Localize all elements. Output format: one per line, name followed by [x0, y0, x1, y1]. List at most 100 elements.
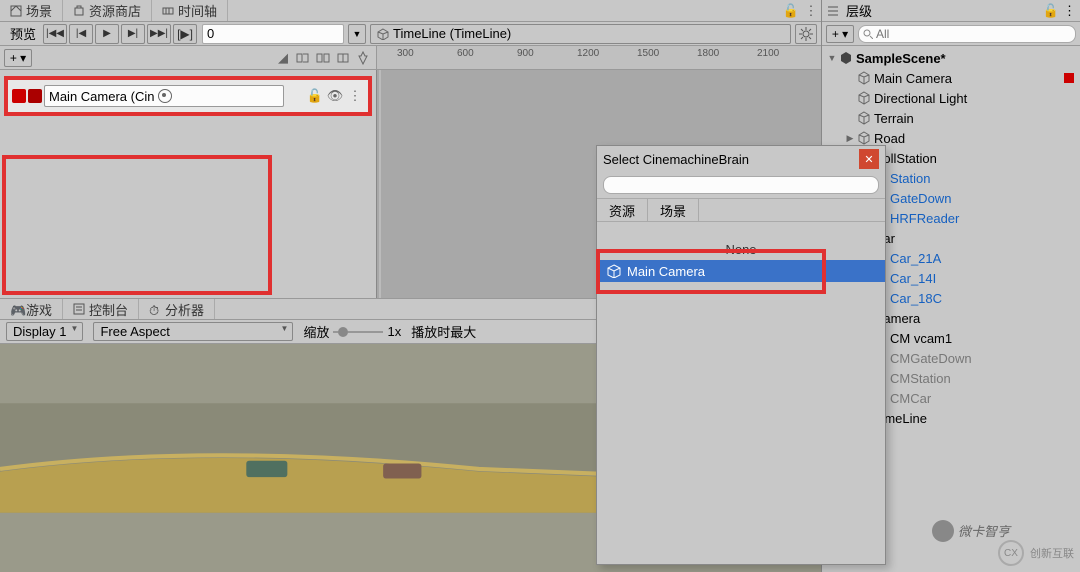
next-frame-button[interactable]: ▶|	[121, 24, 145, 44]
hierarchy-search[interactable]	[858, 25, 1076, 43]
item-label: CMCar	[888, 391, 931, 406]
pin-icon[interactable]	[354, 49, 372, 67]
item-label: CMStation	[888, 371, 951, 386]
item-label: Car_18C	[888, 291, 942, 306]
gameobject-icon	[857, 91, 871, 105]
hierarchy-item[interactable]: Main Camera	[822, 68, 1080, 88]
cinemachine-brain-icon	[1062, 71, 1076, 85]
timeline-asset-dropdown[interactable]: TimeLine (TimeLine)	[370, 24, 791, 44]
scale-slider[interactable]	[333, 326, 383, 338]
item-label: CM vcam1	[888, 331, 952, 346]
gameobject-icon	[857, 111, 871, 125]
watermark-corner: CX 创新互联	[998, 540, 1074, 566]
hierarchy-header: 层级 🔓 ⋮	[822, 0, 1080, 22]
tab-console[interactable]: 控制台	[63, 299, 139, 319]
logo-icon: CX	[998, 540, 1024, 566]
preview-label: 预览	[4, 24, 42, 43]
cinemachine-track-header[interactable]: Main Camera (Cin 🔓 👁 ⋮	[4, 76, 372, 116]
hierarchy-item[interactable]: Directional Light	[822, 88, 1080, 108]
tab-profiler[interactable]: ⏱ 分析器	[139, 299, 215, 319]
track-binding-label: Main Camera (Cin	[49, 89, 154, 104]
play-range-button[interactable]: [▶]	[173, 24, 197, 44]
hierarchy-item[interactable]: Terrain	[822, 108, 1080, 128]
popup-list: None Main Camera	[597, 222, 885, 564]
item-label: Station	[888, 171, 930, 186]
cinemachine-icon	[12, 89, 26, 103]
toggle-icon[interactable]: ▶	[844, 133, 856, 144]
top-tab-bar: 场景 资源商店 时间轴 🔓 ⋮	[0, 0, 821, 22]
item-label: GateDown	[888, 191, 951, 206]
display-dropdown[interactable]: Display 1	[6, 322, 83, 341]
item-label: HRFReader	[888, 211, 959, 226]
popup-tab-scene[interactable]: 场景	[648, 199, 699, 221]
scale-control[interactable]: 缩放 1x	[303, 322, 401, 341]
popup-item-maincamera[interactable]: Main Camera	[597, 260, 885, 282]
timeline-asset-label: TimeLine (TimeLine)	[393, 26, 511, 41]
playhead[interactable]	[379, 70, 381, 298]
scene-item[interactable]: ▼ SampleScene*	[822, 48, 1080, 68]
popup-item-none[interactable]: None	[597, 238, 885, 260]
tab-scene[interactable]: 场景	[0, 0, 63, 21]
scale-value: 1x	[387, 324, 401, 339]
popup-titlebar[interactable]: Select CinemachineBrain ✕	[597, 146, 885, 172]
item-label: Main Camera	[872, 71, 952, 86]
goto-end-button[interactable]: ▶▶|	[147, 24, 171, 44]
frame-dropdown-button[interactable]: ▼	[348, 24, 366, 44]
profiler-icon: ⏱	[149, 303, 161, 315]
timeline-subtoolbar: + ▾ ◢ 300 600 900 1200 1500 1800 2100	[0, 46, 821, 70]
hierarchy-search-input[interactable]	[876, 27, 1069, 41]
popup-search-row	[597, 172, 885, 198]
wechat-icon	[932, 520, 954, 542]
popup-search-input[interactable]	[603, 176, 879, 194]
console-icon	[73, 303, 85, 315]
ripple-mode-icon[interactable]	[314, 49, 332, 67]
item-label: Road	[872, 131, 905, 146]
track-list: Main Camera (Cin 🔓 👁 ⋮	[0, 70, 376, 298]
item-label: CMGateDown	[888, 351, 972, 366]
tab-assetstore-label: 资源商店	[89, 1, 141, 20]
cinemachine-badge-icon	[28, 89, 42, 103]
search-icon	[863, 29, 873, 39]
gear-icon	[799, 27, 813, 41]
popup-title: Select CinemachineBrain	[603, 152, 859, 167]
item-label: Terrain	[872, 111, 914, 126]
scene-icon	[10, 5, 22, 17]
lock-icon[interactable]: 🔓	[1043, 3, 1059, 19]
create-button[interactable]: + ▾	[826, 25, 854, 43]
maximize-label: 播放时最大	[411, 322, 476, 341]
track-menu-icon[interactable]: ⋮	[346, 87, 364, 105]
watermark-wechat: 微卡智亨	[932, 519, 1010, 542]
item-label: Car_21A	[888, 251, 941, 266]
close-button[interactable]: ✕	[859, 149, 879, 169]
edit-mode-icon[interactable]: ◢	[274, 49, 292, 67]
toggle-icon[interactable]: ▼	[826, 53, 838, 63]
lock-icon[interactable]: 🔓	[781, 0, 801, 21]
timeline-ruler[interactable]: 300 600 900 1200 1500 1800 2100	[376, 46, 821, 69]
cube-icon	[607, 264, 621, 278]
aspect-dropdown[interactable]: Free Aspect	[93, 322, 293, 341]
timeline-toolbar: 预览 |◀◀ |◀ ▶ ▶| ▶▶| [▶] ▼ TimeLine (TimeL…	[0, 22, 821, 46]
replace-mode-icon[interactable]	[334, 49, 352, 67]
item-label: Car_14I	[888, 271, 936, 286]
goto-start-button[interactable]: |◀◀	[43, 24, 67, 44]
prev-frame-button[interactable]: |◀	[69, 24, 93, 44]
lock-track-icon[interactable]: 🔓	[306, 87, 324, 105]
mix-mode-icon[interactable]	[294, 49, 312, 67]
add-track-button[interactable]: + ▾	[4, 49, 32, 67]
object-picker-icon[interactable]	[158, 89, 172, 103]
visibility-icon[interactable]: 👁	[326, 87, 344, 105]
scale-label: 缩放	[303, 322, 329, 341]
play-button[interactable]: ▶	[95, 24, 119, 44]
tab-game[interactable]: 🎮 游戏	[0, 299, 63, 319]
tab-scene-label: 场景	[26, 1, 52, 20]
tab-timeline[interactable]: 时间轴	[152, 0, 228, 21]
tab-assetstore[interactable]: 资源商店	[63, 0, 152, 21]
kebab-icon[interactable]: ⋮	[801, 0, 821, 21]
hierarchy-title: 层级	[844, 1, 1039, 20]
timeline-icon	[162, 5, 174, 17]
frame-input[interactable]	[202, 24, 344, 44]
settings-button[interactable]	[795, 24, 817, 44]
tab-timeline-label: 时间轴	[178, 1, 217, 20]
popup-tab-assets[interactable]: 资源	[597, 199, 648, 221]
kebab-icon[interactable]: ⋮	[1063, 3, 1076, 19]
